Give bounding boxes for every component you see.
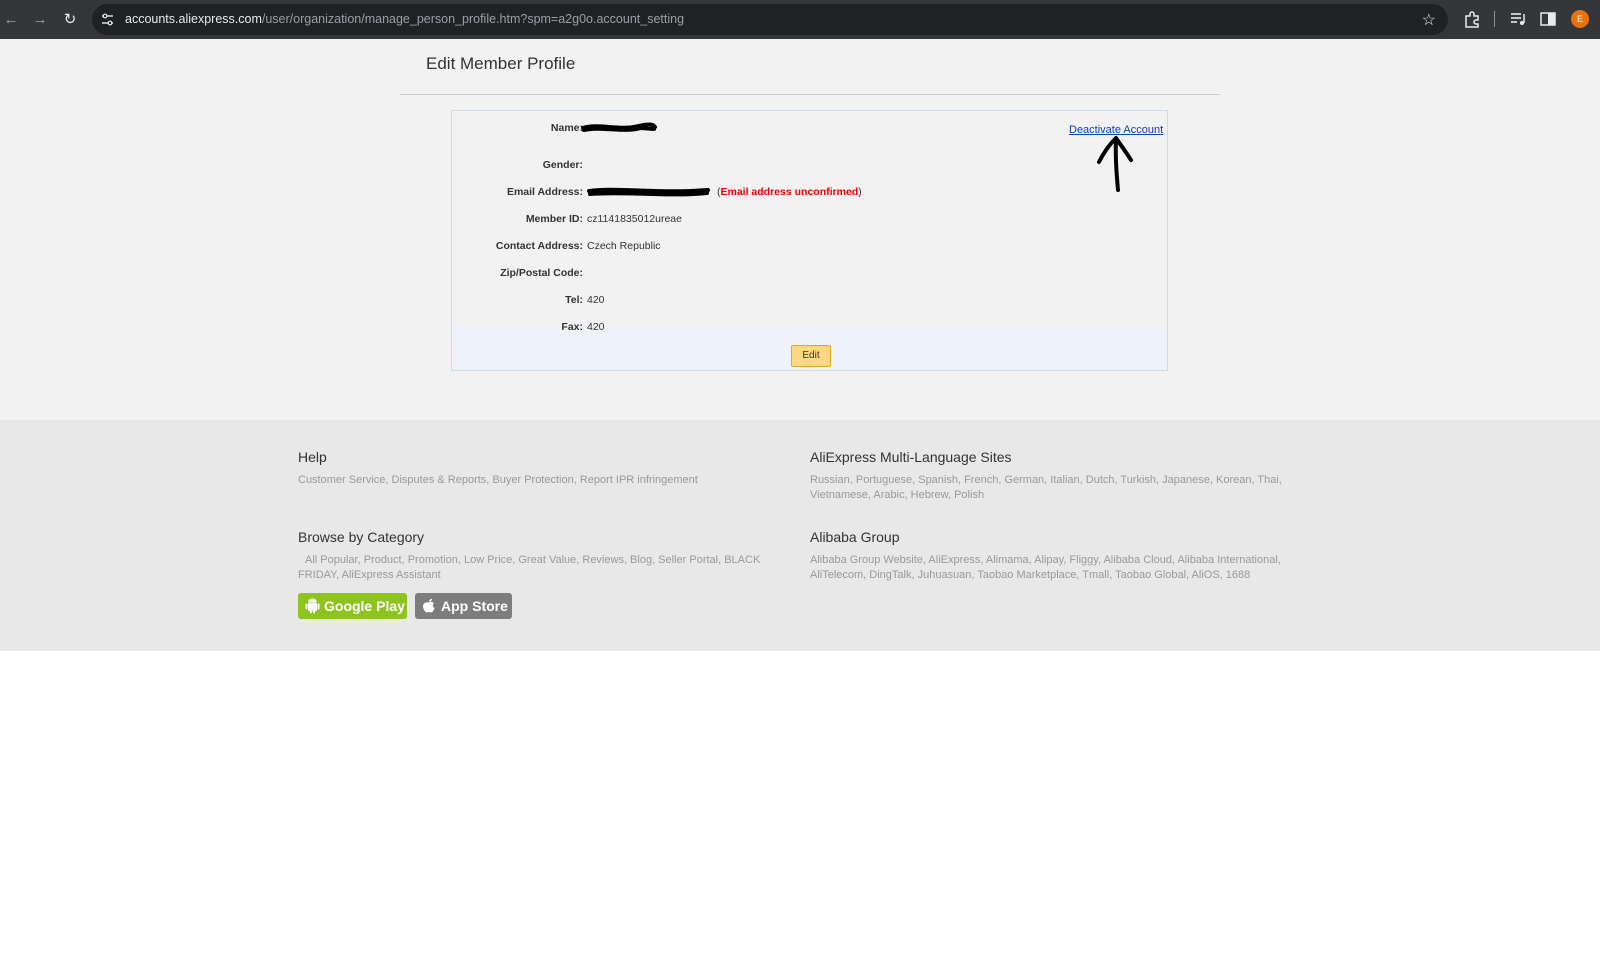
tel-row: Tel: 420 — [452, 290, 1169, 310]
apple-icon — [423, 598, 435, 613]
multi-language-section: AliExpress Multi-Language Sites Russian,… — [810, 449, 1300, 503]
browser-toolbar: ← → ↻ accounts.aliexpress.com/user/organ… — [0, 0, 1600, 39]
browse-category-section: Browse by Category All Popular, Product,… — [298, 529, 788, 583]
multi-language-title: AliExpress Multi-Language Sites — [810, 449, 1012, 465]
zip-row: Zip/Postal Code: — [452, 263, 1169, 283]
tel-value: 420 — [587, 294, 605, 306]
redaction-scribble — [581, 122, 657, 132]
extensions-icon[interactable] — [1463, 10, 1481, 28]
site-footer: Help Customer Service, Disputes & Report… — [0, 420, 1600, 651]
alibaba-group-section: Alibaba Group Alibaba Group Website, Ali… — [810, 529, 1300, 583]
contact-address-value: Czech Republic — [587, 240, 661, 252]
alibaba-group-links[interactable]: Alibaba Group Website, AliExpress, Alima… — [810, 553, 1300, 583]
tel-label: Tel: — [565, 294, 583, 306]
profile-card: Name: Gender: Email Address: (Email addr… — [451, 110, 1168, 371]
app-store-button[interactable]: App Store — [415, 593, 512, 619]
email-warning-text: Email address unconfirmed — [720, 186, 859, 198]
toolbar-divider — [1494, 11, 1495, 27]
reload-icon[interactable]: ↻ — [59, 9, 81, 31]
url-text: accounts.aliexpress.com/user/organizatio… — [125, 12, 684, 26]
forward-arrow-icon[interactable]: → — [29, 9, 51, 31]
profile-avatar[interactable]: E — [1571, 10, 1589, 28]
redaction-scribble — [587, 187, 710, 197]
site-settings-icon[interactable] — [100, 12, 115, 27]
star-icon[interactable]: ☆ — [1422, 10, 1436, 30]
zip-label: Zip/Postal Code: — [500, 267, 583, 279]
email-label: Email Address: — [506, 186, 583, 198]
google-play-label: Google Play — [324, 598, 405, 614]
hand-drawn-arrow-icon — [1097, 136, 1133, 192]
contact-address-label: Contact Address: — [495, 240, 583, 252]
media-icon[interactable] — [1509, 10, 1527, 28]
email-row: Email Address: (Email address unconfirme… — [452, 182, 1169, 202]
side-panel-icon[interactable] — [1539, 10, 1557, 28]
browse-category-title: Browse by Category — [298, 529, 425, 545]
page-title: Edit Member Profile — [426, 54, 576, 73]
name-row: Name: — [452, 118, 1169, 138]
help-title: Help — [298, 449, 327, 465]
member-id-label: Member ID: — [525, 213, 583, 225]
alibaba-group-title: Alibaba Group — [810, 529, 900, 545]
email-unconfirmed-warning: (Email address unconfirmed) — [717, 186, 862, 198]
help-section: Help Customer Service, Disputes & Report… — [298, 449, 788, 488]
app-store-label: App Store — [441, 598, 508, 614]
contact-address-row: Contact Address: Czech Republic — [452, 236, 1169, 256]
url-host: accounts.aliexpress.com — [125, 12, 262, 26]
url-path: /user/organization/manage_person_profile… — [261, 12, 685, 26]
edit-button[interactable]: Edit — [791, 345, 831, 367]
fax-row: Fax: 420 — [452, 317, 1169, 337]
android-icon — [305, 598, 320, 614]
google-play-button[interactable]: Google Play — [298, 593, 407, 619]
help-links[interactable]: Customer Service, Disputes & Reports, Bu… — [298, 473, 788, 488]
title-divider — [400, 94, 1220, 95]
gender-row: Gender: — [452, 155, 1169, 175]
fax-value: 420 — [587, 321, 605, 333]
multi-language-links[interactable]: Russian, Portuguese, Spanish, French, Ge… — [810, 473, 1300, 503]
gender-label: Gender: — [542, 159, 583, 171]
member-id-row: Member ID: cz1141835012ureae — [452, 209, 1169, 229]
page-content: Edit Member Profile Name: Gender: Email … — [0, 39, 1600, 420]
back-arrow-icon[interactable]: ← — [0, 9, 22, 31]
fax-label: Fax: — [561, 321, 583, 333]
address-bar[interactable]: accounts.aliexpress.com/user/organizatio… — [92, 4, 1448, 35]
browse-category-links[interactable]: All Popular, Product, Promotion, Low Pri… — [298, 553, 788, 583]
member-id-value: cz1141835012ureae — [587, 213, 682, 225]
